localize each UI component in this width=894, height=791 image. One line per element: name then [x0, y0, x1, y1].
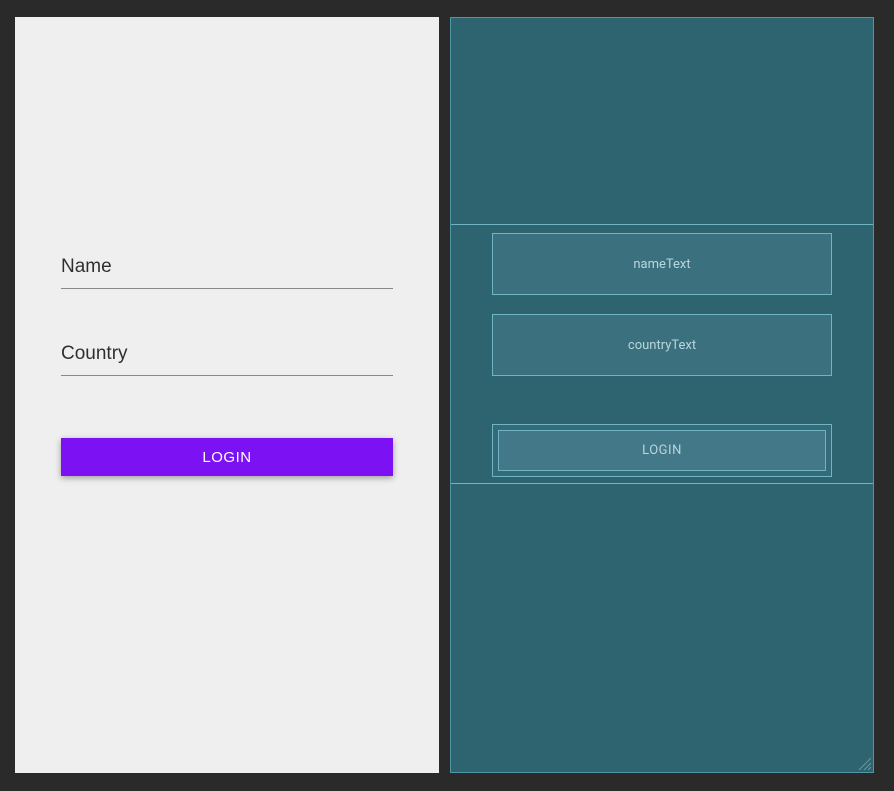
blueprint-divider-top — [451, 224, 873, 225]
blueprint-country-text[interactable]: countryText — [492, 314, 832, 376]
blueprint-divider-bottom — [451, 483, 873, 484]
name-field-wrap — [61, 250, 393, 289]
resize-handle-icon[interactable] — [857, 756, 871, 770]
blueprint-panel: nameText countryText LOGIN — [450, 17, 874, 773]
country-field[interactable] — [61, 337, 393, 376]
blueprint-name-text[interactable]: nameText — [492, 233, 832, 295]
name-field[interactable] — [61, 250, 393, 289]
blueprint-login-outer[interactable]: LOGIN — [492, 424, 832, 477]
blueprint-login-button: LOGIN — [498, 430, 826, 471]
login-button[interactable]: LOGIN — [61, 438, 393, 476]
login-form: LOGIN — [61, 250, 393, 476]
preview-panel: LOGIN — [15, 17, 439, 773]
country-field-wrap — [61, 337, 393, 376]
